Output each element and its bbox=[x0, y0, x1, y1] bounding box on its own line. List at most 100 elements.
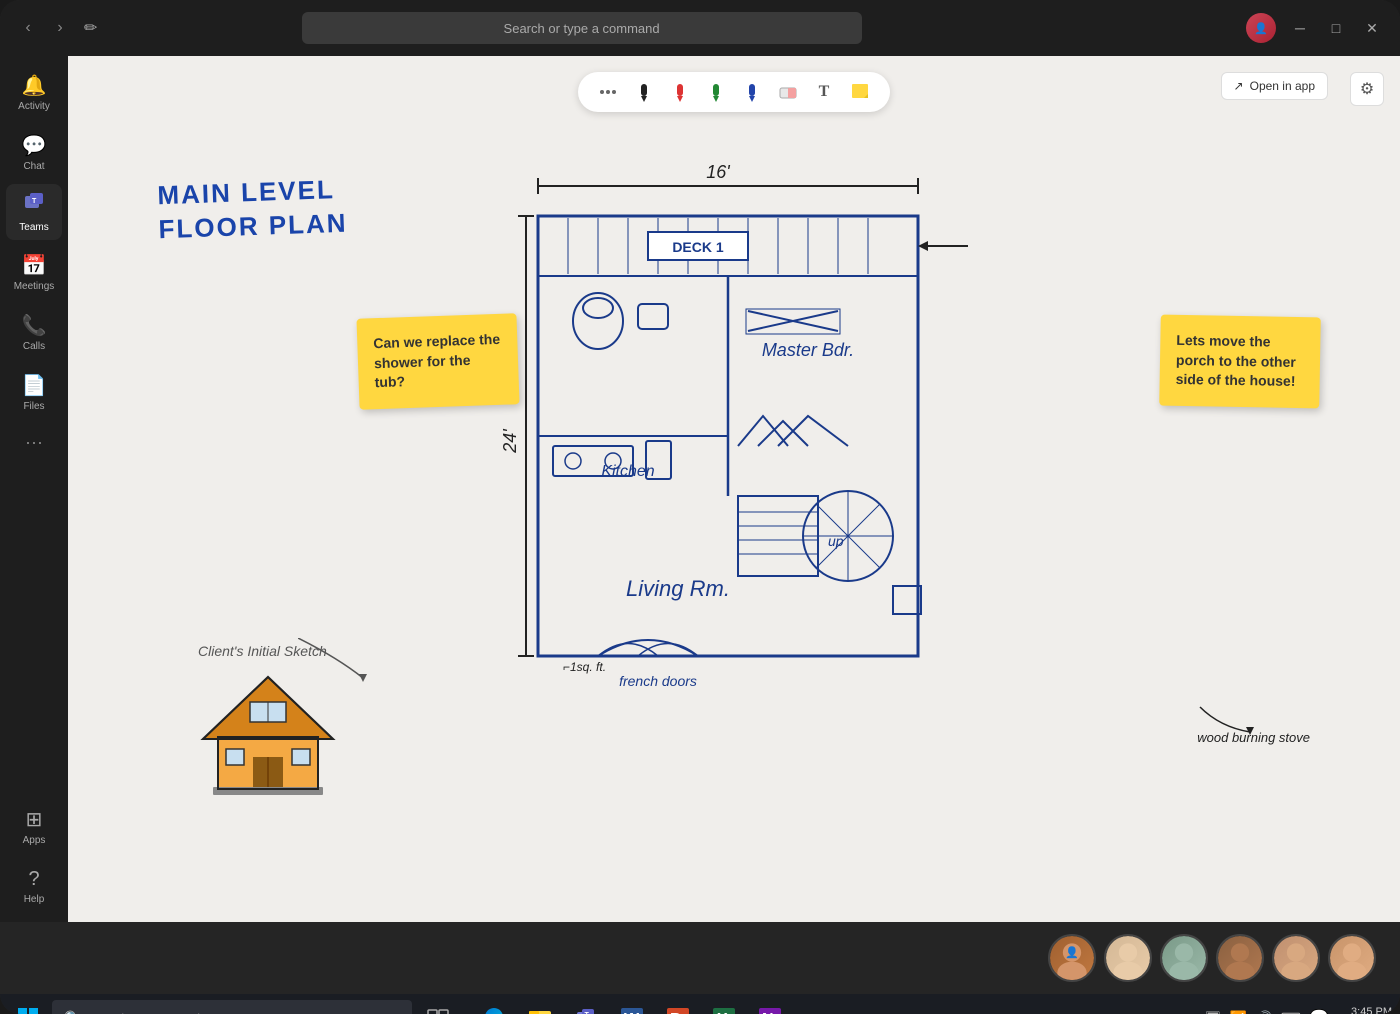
svg-text:16': 16' bbox=[706, 162, 730, 182]
help-icon: ? bbox=[28, 868, 39, 891]
activity-label: Activity bbox=[18, 101, 50, 112]
pen-black-tool[interactable] bbox=[630, 78, 658, 106]
command-search[interactable]: Search or type a command bbox=[302, 12, 862, 44]
sidebar-item-activity[interactable]: 🔔 Activity bbox=[6, 64, 62, 120]
back-button[interactable]: ‹ bbox=[16, 16, 40, 40]
participant-1[interactable]: 👤 bbox=[1048, 934, 1096, 982]
participant-4[interactable] bbox=[1216, 934, 1264, 982]
calls-icon: 📞 bbox=[22, 313, 47, 338]
floor-plan-title: MAIN LEVEL FLOOR PLAN bbox=[157, 173, 348, 247]
title-line2: FLOOR PLAN bbox=[158, 206, 348, 246]
sidebar-item-apps[interactable]: ⊞ Apps bbox=[6, 798, 62, 854]
teams-label: Teams bbox=[19, 222, 48, 233]
open-in-app-icon: ↗ bbox=[1234, 79, 1244, 93]
files-icon: 📄 bbox=[22, 373, 47, 398]
participant-3[interactable] bbox=[1160, 934, 1208, 982]
maximize-button[interactable]: □ bbox=[1324, 16, 1348, 40]
apps-label: Apps bbox=[23, 835, 46, 846]
display-icon[interactable]: 🖥 bbox=[1204, 1010, 1222, 1014]
sidebar-item-meetings[interactable]: 📅 Meetings bbox=[6, 244, 62, 300]
meetings-label: Meetings bbox=[14, 281, 55, 292]
minimize-button[interactable]: ─ bbox=[1288, 16, 1312, 40]
user-avatar[interactable]: 👤 bbox=[1246, 13, 1276, 43]
meetings-icon: 📅 bbox=[22, 253, 47, 278]
svg-text:👤: 👤 bbox=[1065, 946, 1079, 959]
whiteboard-content: MAIN LEVEL FLOOR PLAN 16' bbox=[68, 56, 1400, 922]
svg-text:24': 24' bbox=[500, 429, 520, 454]
notification-icon[interactable]: 💬 bbox=[1309, 1008, 1329, 1014]
calls-label: Calls bbox=[23, 341, 45, 352]
taskbar-word[interactable]: W bbox=[610, 996, 654, 1014]
sketch-arrow bbox=[298, 638, 378, 688]
chat-icon: 💬 bbox=[22, 133, 47, 158]
wifi-icon[interactable]: 📶 bbox=[1230, 1010, 1247, 1014]
client-sketch-section: Client's Initial Sketch bbox=[198, 643, 338, 802]
participant-5[interactable] bbox=[1272, 934, 1320, 982]
edit-icon[interactable]: ✏ bbox=[84, 18, 97, 38]
open-in-app-label: Open in app bbox=[1250, 79, 1315, 93]
sticky-note-right[interactable]: Lets move the porch to the other side of… bbox=[1159, 315, 1321, 409]
system-tray: ▲ ☁ 🖥 📶 🔊 ⌨ 💬 3:45 PM 10/14/2021 bbox=[1160, 1006, 1392, 1014]
svg-text:Master Bdr.: Master Bdr. bbox=[762, 340, 854, 360]
pen-red-tool[interactable] bbox=[666, 78, 694, 106]
participants-bar: 👤 bbox=[0, 922, 1400, 994]
selector-tool[interactable] bbox=[594, 78, 622, 106]
title-bar: ‹ › ✏ Search or type a command 👤 ─ □ ✕ bbox=[0, 0, 1400, 56]
sidebar-item-files[interactable]: 📄 Files bbox=[6, 364, 62, 420]
taskbar-edge[interactable] bbox=[472, 996, 516, 1014]
drawing-toolbar: T bbox=[578, 72, 890, 112]
eraser-tool[interactable] bbox=[774, 78, 802, 106]
sidebar-bottom: ⊞ Apps ? Help bbox=[6, 798, 62, 922]
taskbar-time[interactable]: 3:45 PM 10/14/2021 bbox=[1337, 1006, 1392, 1014]
sidebar-item-chat[interactable]: 💬 Chat bbox=[6, 124, 62, 180]
participant-2[interactable] bbox=[1104, 934, 1152, 982]
nav-buttons: ‹ › bbox=[16, 16, 72, 40]
taskbar-search-text: Type here to search bbox=[89, 1011, 204, 1014]
volume-icon[interactable]: 🔊 bbox=[1255, 1010, 1272, 1014]
svg-text:DECK 1: DECK 1 bbox=[672, 239, 724, 255]
whiteboard-canvas[interactable]: T ↗ Open in app ⚙ MAIN LEVEL bbox=[68, 56, 1400, 922]
sticky-note-left[interactable]: Can we replace the shower for the tub? bbox=[356, 313, 519, 409]
onedrive-icon[interactable]: ☁ bbox=[1180, 1008, 1196, 1014]
wood-stove-arrow bbox=[1200, 697, 1260, 747]
taskbar-search-icon: 🔍 bbox=[64, 1010, 81, 1014]
open-in-app-button[interactable]: ↗ Open in app bbox=[1221, 72, 1328, 100]
taskbar: 🔍 Type here to search bbox=[0, 994, 1400, 1014]
forward-button[interactable]: › bbox=[48, 16, 72, 40]
sidebar-item-calls[interactable]: 📞 Calls bbox=[6, 304, 62, 360]
svg-text:french doors: french doors bbox=[619, 673, 697, 689]
sidebar-more[interactable]: ··· bbox=[17, 424, 51, 461]
pen-blue-tool[interactable] bbox=[738, 78, 766, 106]
activity-icon: 🔔 bbox=[22, 73, 47, 98]
taskbar-powerpoint[interactable]: P bbox=[656, 996, 700, 1014]
sticky-note-tool[interactable] bbox=[846, 78, 874, 106]
svg-text:T: T bbox=[32, 198, 37, 205]
sidebar-item-help[interactable]: ? Help bbox=[6, 858, 62, 914]
help-label: Help bbox=[24, 894, 45, 905]
text-tool[interactable]: T bbox=[810, 78, 838, 106]
taskbar-task-view[interactable] bbox=[416, 996, 460, 1014]
teams-icon: T bbox=[23, 191, 45, 219]
taskbar-search[interactable]: 🔍 Type here to search bbox=[52, 1000, 412, 1014]
taskbar-teams[interactable]: T bbox=[564, 996, 608, 1014]
close-button[interactable]: ✕ bbox=[1360, 16, 1384, 40]
taskbar-explorer[interactable] bbox=[518, 996, 562, 1014]
command-search-label: Search or type a command bbox=[504, 21, 660, 36]
taskbar-apps: T W P X bbox=[472, 996, 792, 1014]
keyboard-icon[interactable]: ⌨ bbox=[1281, 1010, 1301, 1014]
taskbar-onenote[interactable]: N bbox=[748, 996, 792, 1014]
floor-plan-drawing: 16' 24' bbox=[498, 156, 978, 716]
participant-6[interactable] bbox=[1328, 934, 1376, 982]
sidebar-item-teams[interactable]: T Teams bbox=[6, 184, 62, 240]
title-bar-right: 👤 ─ □ ✕ bbox=[1246, 13, 1384, 43]
sidebar: 🔔 Activity 💬 Chat T Teams 📅 M bbox=[0, 56, 68, 922]
svg-text:⌐1sq. ft.: ⌐1sq. ft. bbox=[563, 660, 606, 674]
pen-green-tool[interactable] bbox=[702, 78, 730, 106]
start-button[interactable] bbox=[8, 998, 48, 1014]
chat-label: Chat bbox=[23, 161, 44, 172]
svg-text:up: up bbox=[828, 533, 844, 549]
settings-button[interactable]: ⚙ bbox=[1350, 72, 1384, 106]
taskbar-excel[interactable]: X bbox=[702, 996, 746, 1014]
device-frame: ‹ › ✏ Search or type a command 👤 ─ □ ✕ 🔔… bbox=[0, 0, 1400, 1014]
apps-icon: ⊞ bbox=[26, 807, 43, 832]
